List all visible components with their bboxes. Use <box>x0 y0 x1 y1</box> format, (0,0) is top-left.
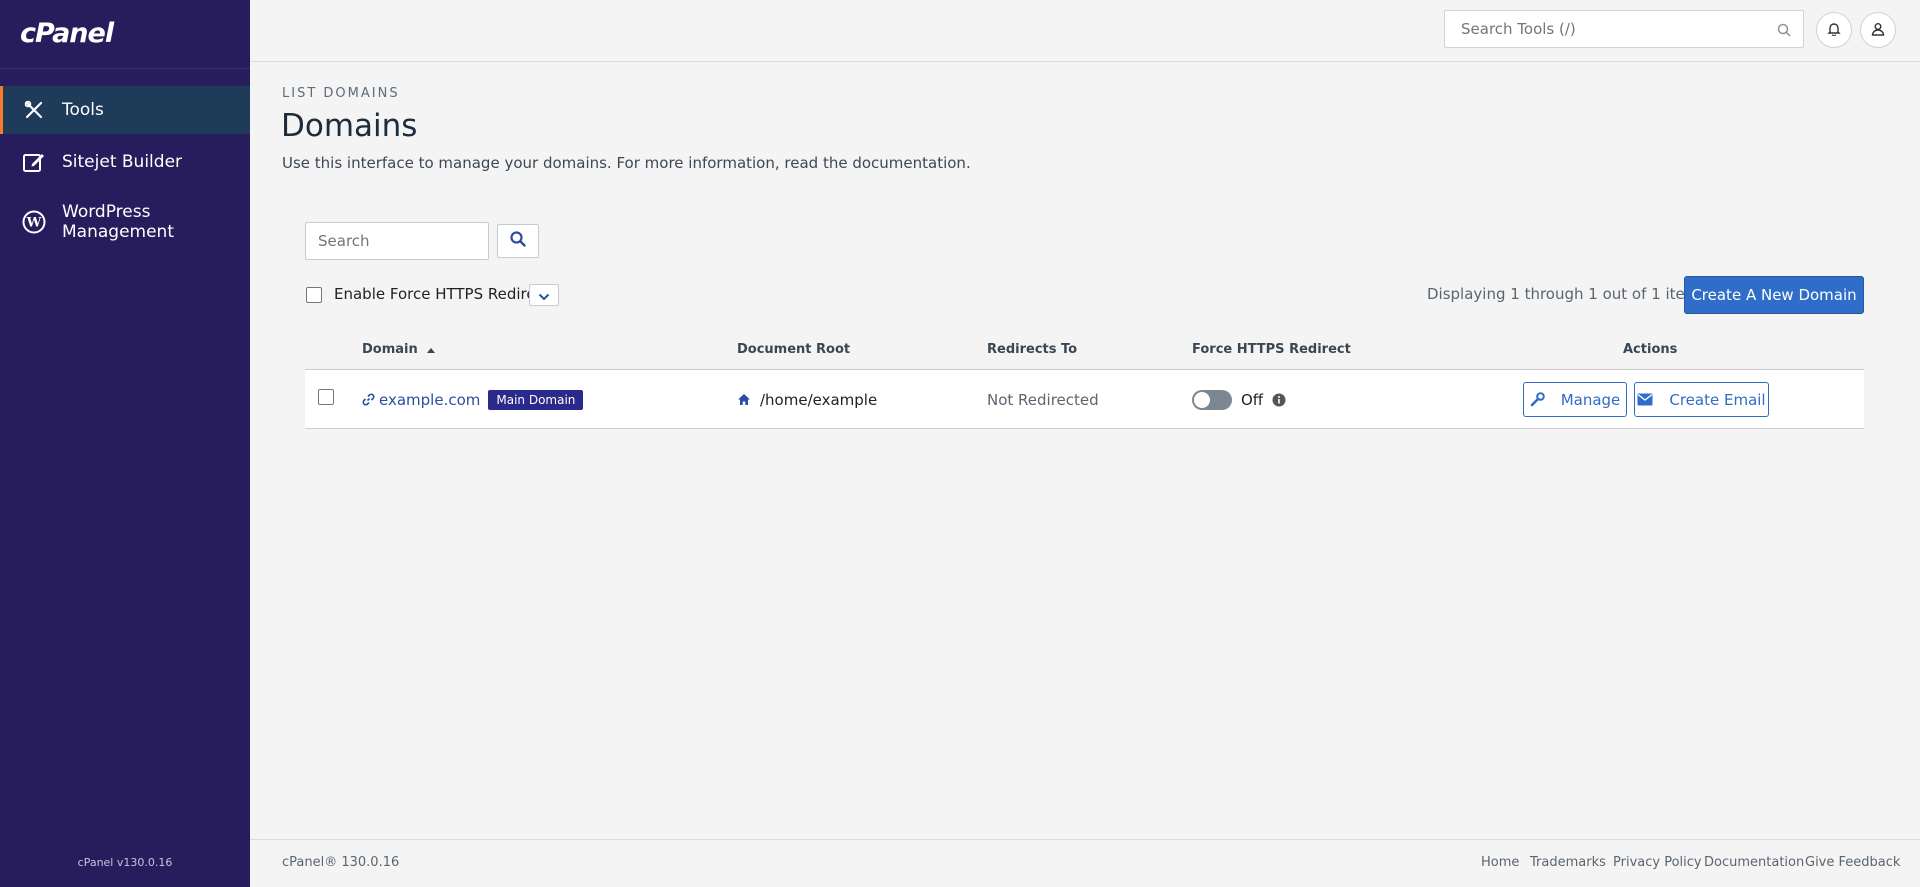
sidebar-item-label: Tools <box>62 100 104 120</box>
column-header-force-https[interactable]: Force HTTPS Redirect <box>1192 342 1351 357</box>
force-https-checkbox[interactable] <box>306 287 322 303</box>
wrench-icon <box>1530 392 1553 407</box>
search-box <box>305 222 489 260</box>
create-email-label: Create Email <box>1669 390 1766 409</box>
redirects-to-value: Not Redirected <box>987 390 1099 409</box>
chevron-down-icon <box>538 286 550 305</box>
link-icon <box>362 393 375 406</box>
manage-button[interactable]: Manage <box>1523 382 1627 417</box>
page-title: Domains <box>281 108 418 144</box>
sidebar-item-label: Sitejet Builder <box>62 152 183 172</box>
manage-label: Manage <box>1560 390 1621 409</box>
top-bar <box>250 0 1920 62</box>
envelope-icon <box>1637 393 1661 406</box>
row-select-checkbox[interactable] <box>318 389 334 405</box>
column-header-domain[interactable]: Domain <box>362 342 436 357</box>
home-icon <box>737 393 751 406</box>
sidebar-item-sitejet[interactable]: Sitejet Builder <box>0 138 250 186</box>
footer-link-privacy[interactable]: Privacy Policy <box>1613 855 1702 870</box>
search-icon <box>510 231 526 251</box>
sidebar: cPanel Tools Sitejet Builder W WordPress… <box>0 0 250 887</box>
breadcrumb: LIST DOMAINS <box>282 86 400 101</box>
footer-link-feedback[interactable]: Give Feedback <box>1805 855 1900 870</box>
force-https-dropdown[interactable] <box>529 284 559 306</box>
notifications-button[interactable] <box>1816 12 1852 48</box>
wordpress-icon: W <box>20 208 48 236</box>
force-https-state: Off <box>1241 390 1264 409</box>
sidebar-item-wordpress[interactable]: W WordPress Management <box>0 198 250 246</box>
tools-icon <box>20 96 48 124</box>
column-header-document-root[interactable]: Document Root <box>737 342 850 357</box>
search-icon[interactable] <box>1777 22 1791 41</box>
force-https-cell: Off <box>1192 370 1286 429</box>
domain-cell: example.com Main Domain <box>362 370 584 429</box>
version-text: cPanel v130.0.16 <box>77 856 173 869</box>
column-header-actions: Actions <box>1623 342 1678 357</box>
document-root-cell: /home/example <box>737 370 877 429</box>
main-domain-badge: Main Domain <box>488 389 584 410</box>
svg-text:W: W <box>26 216 42 231</box>
search-tools-input[interactable] <box>1445 11 1803 47</box>
cpanel-logo[interactable]: cPanel <box>20 18 114 49</box>
table-row: example.com Main Domain /home/example No… <box>305 370 1864 429</box>
footer: cPanel® 130.0.16 Home Trademarks Privacy… <box>250 839 1920 887</box>
create-email-button[interactable]: Create Email <box>1634 382 1769 417</box>
search-tools-box <box>1444 10 1804 48</box>
sidebar-item-tools[interactable]: Tools <box>0 86 250 134</box>
document-root-path[interactable]: /home/example <box>760 391 877 409</box>
sort-ascending-icon <box>427 342 436 357</box>
bell-icon <box>1827 21 1841 40</box>
footer-link-home[interactable]: Home <box>1481 855 1519 870</box>
footer-link-documentation[interactable]: Documentation <box>1704 855 1804 870</box>
domain-link[interactable]: example.com <box>379 391 480 409</box>
column-header-redirects-to[interactable]: Redirects To <box>987 342 1077 357</box>
force-https-toggle[interactable] <box>1192 389 1232 410</box>
pagination-summary: Displaying 1 through 1 out of 1 items <box>1427 285 1708 303</box>
user-menu-button[interactable] <box>1860 12 1896 48</box>
create-domain-button[interactable]: Create A New Domain <box>1684 276 1864 314</box>
footer-brand: cPanel® 130.0.16 <box>282 855 400 870</box>
sidebar-divider <box>0 68 250 69</box>
user-icon <box>1871 21 1885 40</box>
page-description: Use this interface to manage your domain… <box>282 154 971 172</box>
domain-search-input[interactable] <box>306 223 488 259</box>
edit-icon <box>20 148 48 176</box>
search-button[interactable] <box>497 224 539 258</box>
force-https-label: Enable Force HTTPS Redirect <box>334 285 550 303</box>
column-header-label: Domain <box>362 342 418 357</box>
sidebar-item-label: WordPress Management <box>62 202 174 242</box>
footer-link-trademarks[interactable]: Trademarks <box>1530 855 1606 870</box>
info-icon[interactable] <box>1272 393 1286 407</box>
